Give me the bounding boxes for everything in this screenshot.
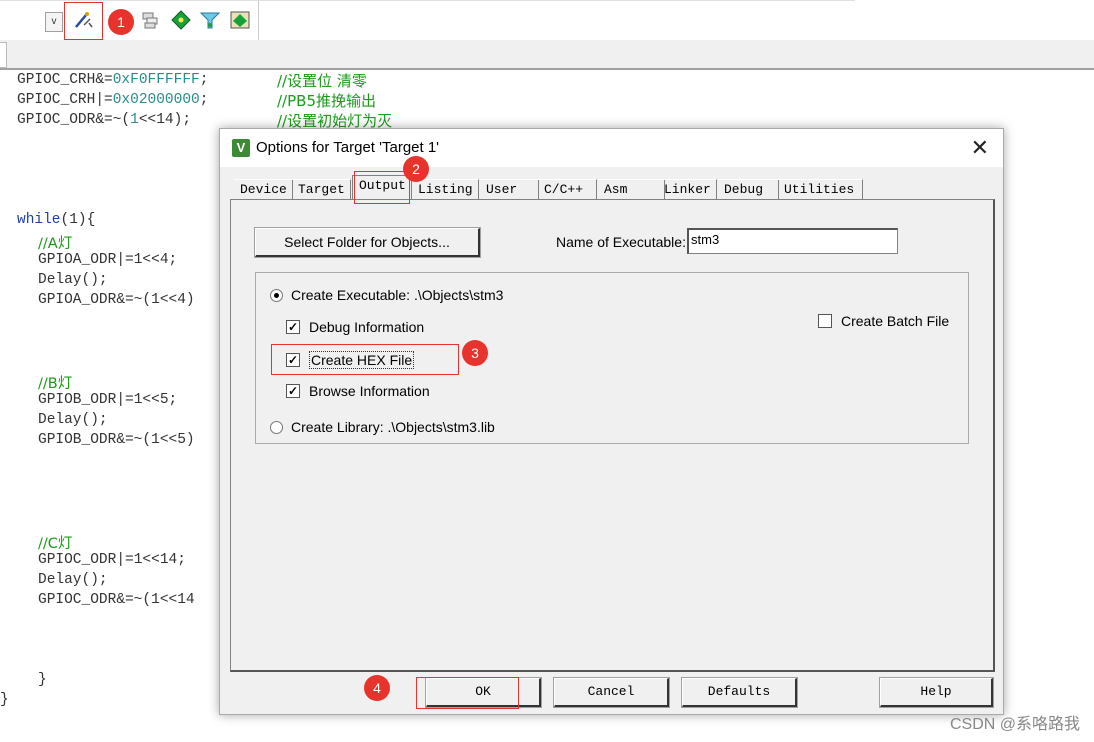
- keil-app-icon: V: [232, 139, 250, 157]
- code-comment: //B灯: [38, 376, 73, 392]
- callout-badge-3: 3: [462, 340, 488, 366]
- code-line: Delay();: [38, 272, 108, 288]
- create-executable-label: Create Executable: .\Objects\stm3: [291, 287, 504, 303]
- editor-tab-strip: [0, 40, 1094, 70]
- dialog-title: Options for Target 'Target 1': [256, 139, 440, 156]
- callout-badge-2: 2: [403, 156, 429, 182]
- stack-layers-icon[interactable]: [140, 9, 162, 31]
- tab-linker[interactable]: Linker: [658, 179, 717, 200]
- code-line: }: [0, 692, 9, 708]
- tab-asm[interactable]: Asm: [598, 179, 665, 200]
- code-line: GPIOC_ODR&=~(1<<14);: [17, 112, 192, 128]
- callout-badge-1: 1: [108, 9, 134, 35]
- code-line: Delay();: [38, 412, 108, 428]
- code-line: GPIOC_CRH&=0xF0FFFFFF;: [17, 72, 209, 88]
- create-executable-radio[interactable]: Create Executable: .\Objects\stm3: [270, 287, 503, 303]
- dialog-title-bar: V Options for Target 'Target 1' ✕: [220, 129, 1003, 167]
- name-executable-label: Name of Executable:: [556, 234, 686, 250]
- checkmark-icon: ✓: [286, 320, 300, 334]
- toolbar-separator: [258, 1, 259, 41]
- tab-target[interactable]: Target: [292, 179, 351, 200]
- checkmark-icon: ✓: [286, 384, 300, 398]
- select-folder-button[interactable]: Select Folder for Objects...: [254, 227, 481, 258]
- highlight-box-output-tab: [354, 171, 410, 204]
- create-batch-label: Create Batch File: [841, 313, 950, 329]
- checkbox-empty-icon: [818, 314, 832, 328]
- tab-user[interactable]: User: [480, 179, 539, 200]
- tab-debug[interactable]: Debug: [718, 179, 779, 200]
- funnel-icon[interactable]: [199, 9, 221, 31]
- browse-information-label: Browse Information: [309, 383, 430, 399]
- code-line: GPIOB_ODR|=1<<5;: [38, 392, 178, 408]
- defaults-button[interactable]: Defaults: [681, 677, 798, 708]
- code-line: }: [38, 672, 47, 688]
- green-diamond-icon[interactable]: [170, 9, 192, 31]
- close-icon[interactable]: ✕: [971, 135, 989, 161]
- output-panel: Select Folder for Objects... Name of Exe…: [230, 199, 995, 672]
- radio-unselected-icon: [270, 420, 283, 434]
- code-line: GPIOC_ODR|=1<<14;: [38, 552, 186, 568]
- highlight-box-wand: [64, 2, 103, 40]
- callout-badge-4: 4: [364, 675, 390, 701]
- code-comment: //A灯: [38, 236, 73, 252]
- tab-cpp[interactable]: C/C++: [538, 179, 597, 200]
- code-line-while: while(1){: [17, 212, 96, 228]
- code-line: GPIOA_ODR&=~(1<<4): [38, 292, 195, 308]
- highlight-box-ok: [416, 677, 519, 709]
- radio-selected-icon: [270, 288, 283, 302]
- tab-utilities[interactable]: Utilities: [778, 179, 863, 200]
- dialog-button-bar: OK Cancel Defaults Help: [220, 674, 1003, 714]
- options-dialog: V Options for Target 'Target 1' ✕ Device…: [219, 128, 1004, 715]
- code-comment: //设置位 清零: [277, 72, 367, 90]
- code-comment: //C灯: [38, 536, 73, 552]
- browse-information-checkbox[interactable]: ✓ Browse Information: [286, 383, 430, 399]
- code-line: GPIOC_CRH|=0x02000000;: [17, 92, 209, 108]
- debug-information-checkbox[interactable]: ✓ Debug Information: [286, 319, 424, 335]
- code-line: GPIOB_ODR&=~(1<<5): [38, 432, 195, 448]
- highlight-box-hex: [271, 344, 459, 375]
- component-manager-icon[interactable]: [229, 9, 251, 31]
- tab-device[interactable]: Device: [234, 179, 293, 200]
- cancel-button[interactable]: Cancel: [553, 677, 670, 708]
- code-line: Delay();: [38, 572, 108, 588]
- tab-listing[interactable]: Listing: [412, 179, 479, 200]
- code-comment: //PB5推挽输出: [277, 92, 376, 110]
- create-library-radio[interactable]: Create Library: .\Objects\stm3.lib: [270, 419, 495, 435]
- create-batch-checkbox[interactable]: Create Batch File: [818, 313, 949, 329]
- editor-tab[interactable]: [0, 42, 7, 68]
- toolbar-dropdown[interactable]: v: [45, 12, 63, 32]
- help-button[interactable]: Help: [879, 677, 994, 708]
- debug-information-label: Debug Information: [309, 319, 425, 335]
- create-library-label: Create Library: .\Objects\stm3.lib: [291, 419, 495, 435]
- dialog-tabs: Device Target Output Listing User C/C++ …: [230, 175, 1000, 202]
- code-line: GPIOC_ODR&=~(1<<14: [38, 592, 195, 608]
- code-line: GPIOA_ODR|=1<<4;: [38, 252, 178, 268]
- name-executable-input[interactable]: stm3: [687, 228, 898, 254]
- watermark: CSDN @系咯路我: [949, 716, 1080, 733]
